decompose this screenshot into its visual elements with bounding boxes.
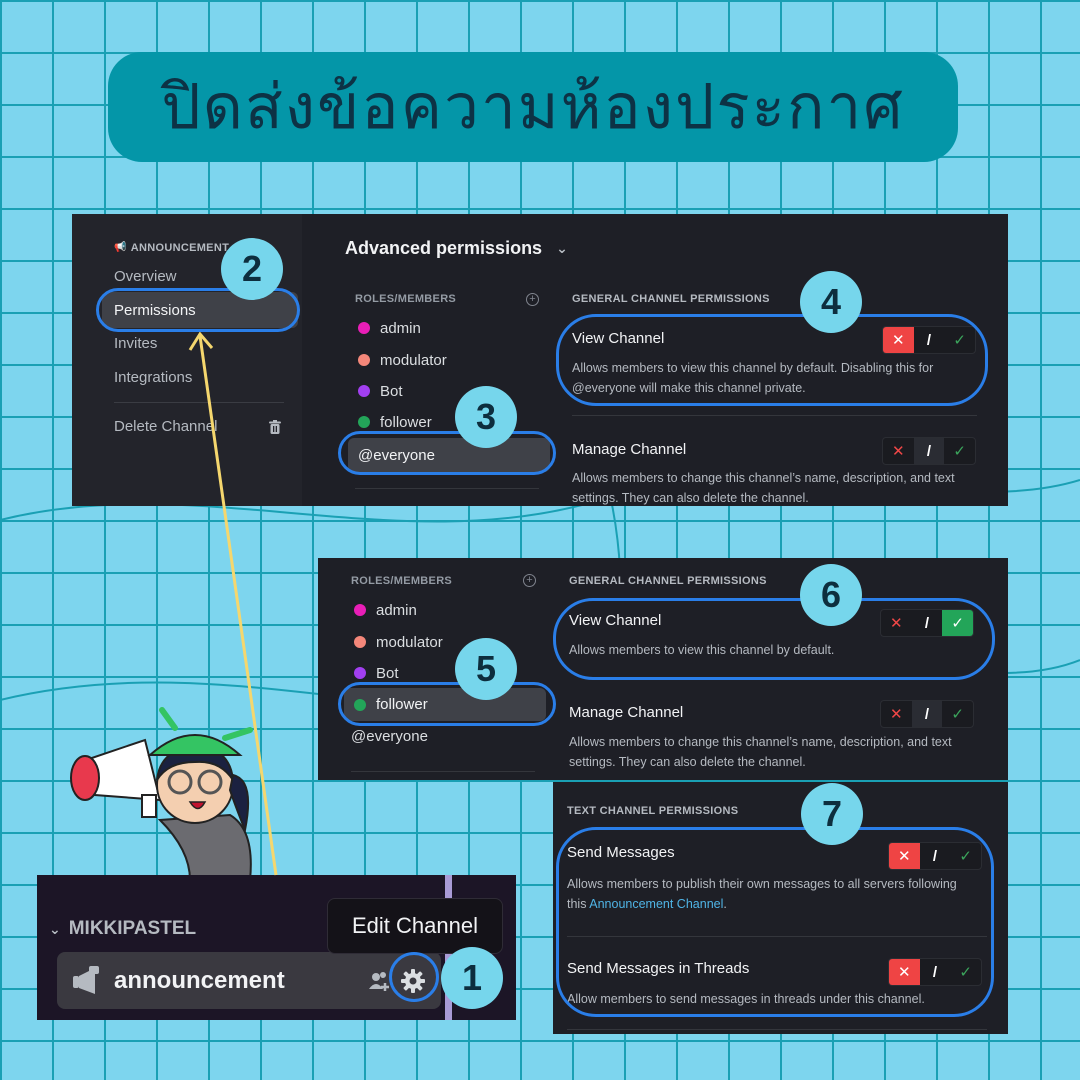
step-badge-1: 1	[441, 947, 503, 1009]
permission-description: Allows members to view this channel by d…	[572, 361, 934, 395]
role-color-dot	[358, 385, 370, 397]
neutral-button[interactable]: /	[913, 438, 945, 464]
permission-name: Send Messages in Threads	[567, 960, 750, 977]
permission-divider	[572, 415, 977, 416]
permission-toggle-manage-channel: ✕ / ✓	[882, 437, 976, 465]
role-color-dot	[354, 604, 366, 616]
step-badge-3: 3	[455, 386, 517, 448]
permission-name: View Channel	[569, 612, 662, 629]
mascot-illustration	[70, 707, 253, 880]
channel-item-announcement[interactable]: announcement	[57, 952, 441, 1009]
allow-button[interactable]: ✓	[942, 610, 973, 636]
deny-button[interactable]: ✕	[883, 438, 914, 464]
permission-description: Allow members to send messages in thread…	[567, 992, 925, 1006]
announcement-channel-link[interactable]: Announcement Channel	[589, 897, 723, 911]
channel-settings-panel-follower: ROLES/MEMBERS + admin modulator Bot foll…	[318, 558, 1008, 780]
announcement-channel-icon	[73, 966, 99, 994]
sidebar-item-permissions[interactable]: Permissions	[102, 292, 298, 328]
step-badge-6: 6	[800, 564, 862, 626]
role-item-bot[interactable]: Bot	[348, 376, 553, 406]
invite-member-icon[interactable]	[367, 969, 391, 993]
permission-name: View Channel	[572, 330, 665, 347]
roles-divider	[355, 488, 539, 489]
role-color-dot	[354, 667, 366, 679]
permission-divider	[567, 936, 987, 937]
category-header[interactable]: ⌄ MIKKIPASTEL	[49, 918, 196, 940]
sidebar-item-invites[interactable]: Invites	[102, 325, 298, 361]
step-badge-2: 2	[221, 238, 283, 300]
permission-toggle-view-channel: ✕ / ✓	[880, 609, 974, 637]
permission-name: Send Messages	[567, 844, 675, 861]
permission-name: Manage Channel	[572, 441, 687, 458]
role-color-dot	[354, 636, 366, 648]
deny-button[interactable]: ✕	[881, 701, 912, 727]
page-title: ปิดส่งข้อความห้องประกาศ	[161, 70, 905, 143]
general-permissions-header: GENERAL CHANNEL PERMISSIONS	[569, 575, 767, 587]
channel-settings-panel-everyone: 📢 ANNOUNCEMENT ⌄ Overview Permissions In…	[72, 214, 1008, 506]
role-item-everyone[interactable]: @everyone	[344, 721, 549, 751]
roles-members-header: ROLES/MEMBERS	[351, 575, 453, 587]
allow-button[interactable]: ✓	[950, 843, 981, 869]
permission-divider	[567, 1029, 987, 1030]
permission-toggle-view-channel: ✕ / ✓	[882, 326, 976, 354]
edit-channel-tooltip: Edit Channel	[327, 898, 503, 954]
permission-description: Allows members to change this channel’s …	[572, 471, 955, 505]
permission-toggle-send-messages-in-threads: ✕ / ✓	[888, 958, 982, 986]
sidebar-item-integrations[interactable]: Integrations	[102, 359, 298, 395]
role-item-everyone[interactable]: @everyone	[348, 438, 550, 472]
role-item-follower[interactable]: follower	[344, 688, 546, 721]
role-color-dot	[358, 322, 370, 334]
neutral-button[interactable]: /	[920, 843, 951, 869]
roles-divider	[351, 771, 535, 772]
sidebar-divider	[114, 402, 284, 403]
permission-description: Allows members to publish their own mess…	[567, 877, 957, 911]
permission-description: Allows members to view this channel by d…	[569, 643, 835, 657]
role-item-bot[interactable]: Bot	[344, 658, 549, 688]
permission-name: Manage Channel	[569, 704, 684, 721]
neutral-button[interactable]: /	[911, 701, 943, 727]
add-role-icon[interactable]: +	[526, 293, 539, 306]
permission-toggle-manage-channel: ✕ / ✓	[880, 700, 974, 728]
role-color-dot	[358, 416, 370, 428]
deny-button[interactable]: ✕	[883, 327, 914, 353]
add-role-icon[interactable]: +	[523, 574, 536, 587]
general-permissions-header: GENERAL CHANNEL PERMISSIONS	[572, 293, 770, 305]
role-item-modulator[interactable]: modulator	[348, 345, 553, 375]
step-badge-7: 7	[801, 783, 863, 845]
step-badge-5: 5	[455, 638, 517, 700]
neutral-button[interactable]: /	[920, 959, 951, 985]
allow-button[interactable]: ✓	[944, 327, 975, 353]
deny-button[interactable]: ✕	[889, 843, 920, 869]
deny-button[interactable]: ✕	[889, 959, 920, 985]
allow-button[interactable]: ✓	[950, 959, 981, 985]
neutral-button[interactable]: /	[912, 610, 943, 636]
step-badge-4: 4	[800, 271, 862, 333]
text-channel-permissions-panel: TEXT CHANNEL PERMISSIONS Send Messages ✕…	[553, 782, 1008, 1034]
gear-icon[interactable]	[399, 967, 427, 995]
chevron-down-icon: ⌄	[556, 240, 568, 256]
role-item-modulator[interactable]: modulator	[344, 627, 549, 657]
trash-icon	[269, 420, 281, 434]
permission-description: Allows members to change this channel’s …	[569, 735, 952, 769]
channel-name: announcement	[114, 966, 285, 994]
title-banner: ปิดส่งข้อความห้องประกาศ	[108, 52, 958, 162]
permission-toggle-send-messages: ✕ / ✓	[888, 842, 982, 870]
role-item-follower[interactable]: follower	[348, 407, 553, 437]
allow-button[interactable]: ✓	[942, 701, 973, 727]
role-color-dot	[354, 698, 366, 711]
role-item-admin[interactable]: admin	[348, 313, 553, 343]
allow-button[interactable]: ✓	[944, 438, 975, 464]
role-item-admin[interactable]: admin	[344, 595, 549, 625]
advanced-permissions-dropdown[interactable]: Advanced permissions ⌄	[345, 238, 568, 259]
channel-list-panel: ⌄ MIKKIPASTEL announcement Edit Channel	[37, 875, 516, 1020]
role-color-dot	[358, 354, 370, 366]
text-permissions-header: TEXT CHANNEL PERMISSIONS	[567, 805, 739, 817]
deny-button[interactable]: ✕	[881, 610, 912, 636]
megaphone-icon: 📢	[114, 242, 127, 253]
megaphone-icon	[70, 738, 162, 818]
neutral-button[interactable]: /	[914, 327, 945, 353]
chevron-down-icon: ⌄	[49, 920, 61, 937]
roles-members-header: ROLES/MEMBERS	[355, 293, 457, 305]
